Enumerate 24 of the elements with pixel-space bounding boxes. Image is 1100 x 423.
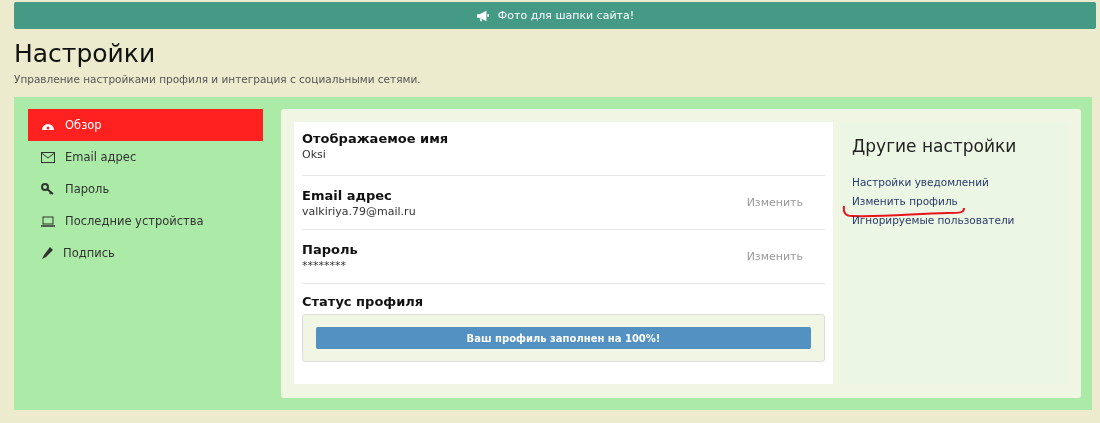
sidebar-item[interactable]: Обзор [28,109,263,141]
field-value: Oksi [302,148,327,161]
megaphone-icon [475,9,490,22]
sidebar-item[interactable]: Email адрес [28,141,263,173]
field-value: ******** [302,258,347,272]
settings-link[interactable]: Настройки уведомлений [852,176,989,188]
field-label: Email адрес [302,187,393,203]
sidebar-item[interactable]: Подпись [28,237,263,269]
sidebar-item[interactable]: Последние устройства [28,205,263,237]
page-title: Настройки [14,39,157,69]
field-value: valkiriya.79@mail.ru [302,204,416,218]
field-label: Пароль [302,241,358,257]
page-subtitle: Управление настройками профиля и интеграция с социальными сетями. [14,73,422,85]
settings-link[interactable]: Игнорируемые пользователи [852,214,1015,226]
field-label: Отображаемое имя [302,131,449,146]
laptop-icon [41,215,55,227]
panel-title: Другие настройки [852,136,1018,156]
settings-link[interactable]: Изменить профиль [852,195,958,207]
pencil-icon [41,247,53,259]
key-icon [41,183,55,195]
progress-bar: Ваш профиль заполнен на 100%! [316,327,811,349]
envelope-icon [41,151,55,163]
section-heading: Статус профиля [302,294,425,309]
sidebar-item[interactable]: Пароль [28,173,263,205]
